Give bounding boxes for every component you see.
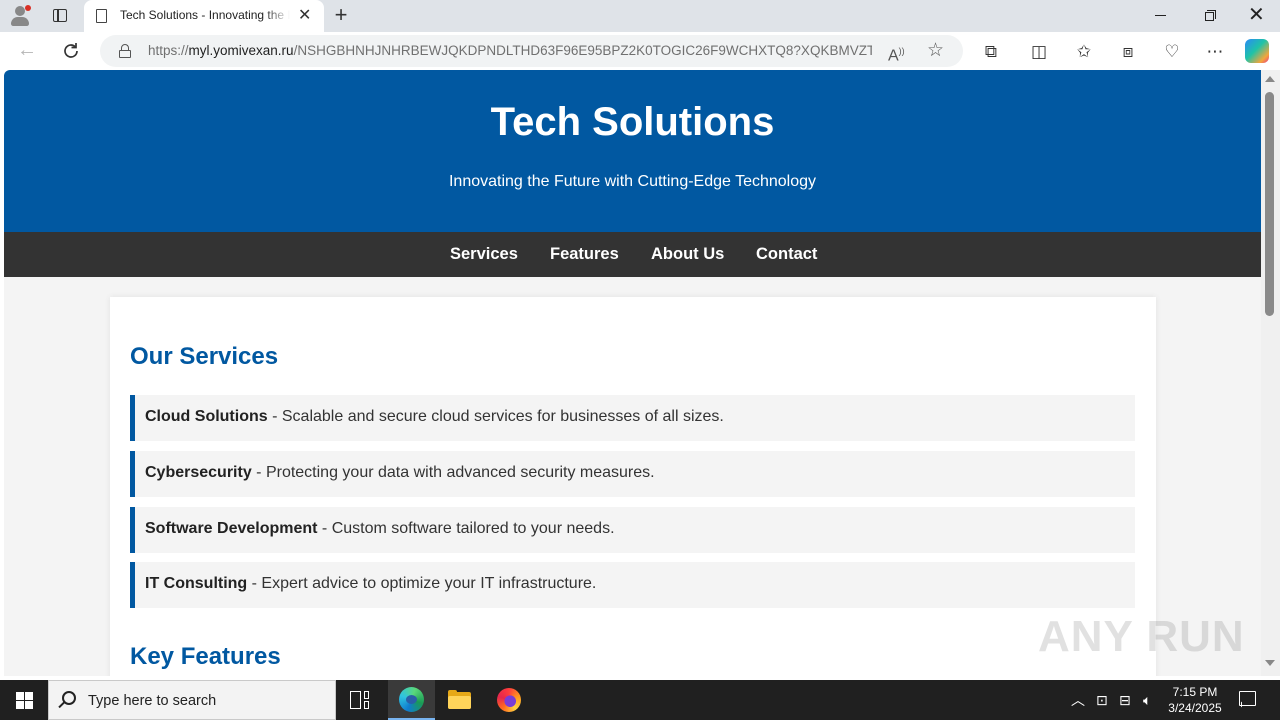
reload-icon [64, 43, 78, 58]
minimize-window-button[interactable] [1155, 15, 1166, 17]
reload-button[interactable] [60, 40, 82, 62]
service-name: IT Consulting [145, 575, 248, 592]
new-tab-button[interactable]: + [330, 2, 352, 28]
back-button[interactable]: ← [17, 40, 37, 60]
tab-actions-icon[interactable] [48, 6, 72, 26]
service-item-software: Software Development - Custom software t… [130, 507, 1135, 553]
service-description: - Expert advice to optimize your IT infr… [247, 575, 597, 592]
service-item-cybersecurity: Cybersecurity - Protecting your data wit… [130, 451, 1135, 497]
collections-icon[interactable]: ⧈ [1117, 41, 1139, 63]
browser-essentials-icon[interactable]: ♡ [1161, 41, 1183, 63]
copilot-icon[interactable] [1245, 39, 1269, 63]
favorite-star-icon[interactable]: ☆ [927, 41, 944, 61]
site-header: Tech Solutions Innovating the Future wit… [4, 70, 1261, 232]
firefox-icon[interactable] [497, 688, 521, 712]
page-scrollbar[interactable] [1261, 70, 1280, 676]
taskbar-search-placeholder: Type here to search [88, 693, 217, 709]
address-bar[interactable]: https://myl.yomivexan.ru/NSHGBHNHJNHRBEW… [100, 35, 963, 67]
notifications-icon[interactable] [1239, 691, 1256, 706]
anyrun-watermark: ANY RUN [1038, 612, 1245, 661]
restore-window-button[interactable] [1205, 10, 1216, 21]
browser-toolbar: ← https://myl.yomivexan.ru/NSHGBHNHJNHRB… [0, 32, 1280, 70]
nav-link-services[interactable]: Services [450, 245, 518, 264]
meet-now-icon[interactable]: ⊡ [1096, 692, 1108, 708]
web-page-viewport: Tech Solutions Innovating the Future wit… [4, 70, 1261, 676]
taskbar-clock[interactable]: 7:15 PM 3/24/2025 [1160, 684, 1230, 716]
scroll-up-arrow-icon[interactable] [1265, 76, 1275, 82]
features-heading: Key Features [130, 643, 281, 670]
windows-taskbar: Type here to search ︿ ⊡ ⊟ 🔈︎ 7:15 PM 3/2… [0, 680, 1280, 720]
site-nav: Services Features About Us Contact [4, 232, 1261, 277]
task-view-icon[interactable] [350, 691, 370, 709]
taskbar-edge-button[interactable] [388, 680, 435, 720]
service-description: - Protecting your data with advanced sec… [251, 464, 655, 481]
read-aloud-icon[interactable]: A)) [888, 41, 905, 66]
service-name: Cloud Solutions [145, 408, 268, 425]
service-item-cloud: Cloud Solutions - Scalable and secure cl… [130, 395, 1135, 441]
close-tab-icon[interactable]: ✕ [298, 7, 311, 25]
scroll-down-arrow-icon[interactable] [1265, 660, 1275, 666]
site-tagline: Innovating the Future with Cutting-Edge … [448, 173, 817, 190]
site-title: Tech Solutions [490, 100, 775, 144]
lock-icon[interactable] [119, 44, 131, 58]
extensions-icon[interactable]: ⧉ [980, 41, 1002, 63]
tab-title: Tech Solutions - Innovating the Future w… [120, 8, 290, 22]
scrollbar-thumb[interactable] [1265, 92, 1274, 316]
clock-date: 3/24/2025 [1168, 701, 1222, 715]
page-icon [96, 9, 107, 23]
clock-time: 7:15 PM [1172, 685, 1218, 699]
file-explorer-icon[interactable] [448, 690, 471, 709]
taskbar-search-box[interactable]: Type here to search [48, 680, 336, 720]
favorites-icon[interactable]: ✩ [1073, 41, 1095, 63]
show-hidden-icons-chevron-icon[interactable]: ︿ [1071, 692, 1085, 708]
service-description: - Scalable and secure cloud services for… [267, 408, 724, 425]
browser-tab[interactable]: Tech Solutions - Innovating the Future w… [84, 0, 324, 32]
main-content-card: Our Services Cloud Solutions - Scalable … [110, 297, 1156, 676]
service-description: - Custom software tailored to your needs… [317, 520, 615, 537]
services-heading: Our Services [130, 343, 279, 370]
service-name: Cybersecurity [145, 464, 252, 481]
edge-icon [399, 687, 424, 712]
url-text[interactable]: https://myl.yomivexan.ru/NSHGBHNHJNHRBEW… [148, 43, 872, 61]
profile-icon[interactable] [8, 4, 32, 28]
browser-tab-strip: Tech Solutions - Innovating the Future w… [0, 0, 1280, 32]
close-window-button[interactable]: ✕ [1248, 4, 1265, 26]
network-icon[interactable]: ⊟ [1119, 692, 1131, 708]
nav-link-features[interactable]: Features [550, 245, 619, 264]
service-name: Software Development [145, 520, 318, 537]
nav-link-contact[interactable]: Contact [756, 245, 817, 264]
start-windows-icon[interactable] [16, 692, 33, 709]
volume-icon[interactable]: 🔈︎ [1143, 692, 1151, 708]
service-item-consulting: IT Consulting - Expert advice to optimiz… [130, 562, 1135, 608]
settings-more-icon[interactable]: ⋯ [1204, 41, 1226, 63]
nav-link-about-us[interactable]: About Us [651, 245, 724, 264]
split-screen-icon[interactable]: ◫ [1028, 41, 1050, 63]
search-icon [62, 691, 76, 705]
